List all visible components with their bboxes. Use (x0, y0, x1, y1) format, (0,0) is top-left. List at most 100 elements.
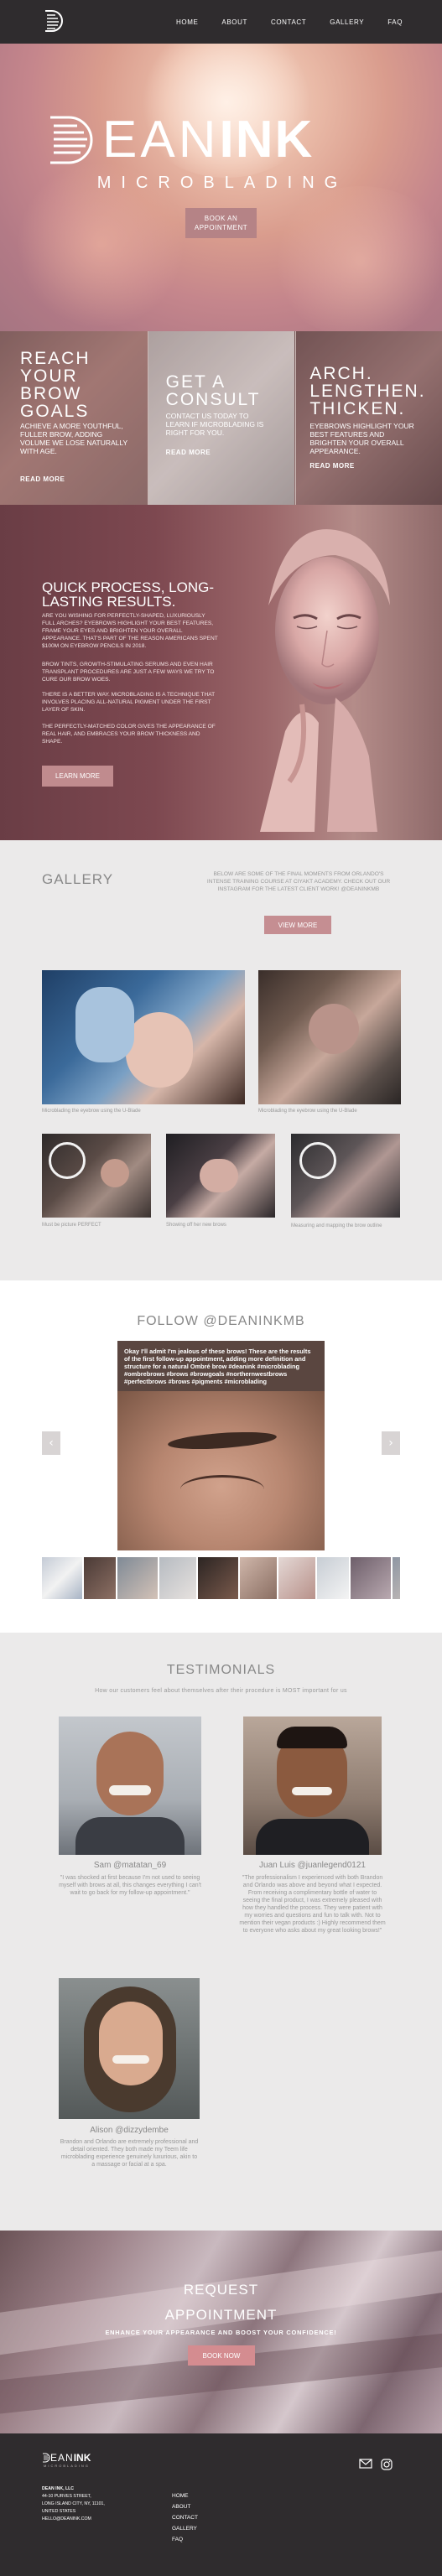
process-paragraph: THERE IS A BETTER WAY. MICROBLADING IS A… (42, 692, 216, 713)
process-paragraph: ARE YOU WISHING FOR PERFECTLY-SHAPED, LU… (42, 613, 218, 649)
footer-link-about[interactable]: ABOUT (172, 2501, 198, 2512)
instagram-section: FOLLOW @DEANINKMB Okay I'll admit I'm je… (0, 1280, 442, 1633)
nav-links: HOME ABOUT CONTACT GALLERY FAQ (176, 0, 426, 44)
testimonials-subheading: How our customers feel about themselves … (95, 1688, 347, 1694)
instagram-thumbnail[interactable] (117, 1557, 158, 1599)
footer-email[interactable]: HELLO@DEANINK.COM (42, 2516, 105, 2523)
footer-address-line: UNITED STATES (42, 2509, 76, 2514)
gallery-caption: Measuring and mapping the brow outline (291, 1223, 382, 1228)
testimonial-quote: "I was shocked at first because I'm not … (59, 1875, 201, 1896)
footer-logo-dean: EAN (50, 2452, 74, 2464)
hero-section: EAN INK MICROBLADING BOOK AN APPOINTMENT (0, 44, 442, 331)
footer-logo-d-icon (43, 2453, 50, 2463)
footer-logo[interactable]: EAN INK (42, 2452, 91, 2464)
footer-company: DEAN INK, LLC (42, 2486, 75, 2491)
testimonial-name: Sam @matatan_69 (93, 1861, 167, 1870)
testimonials-heading: TESTIMONIALS (166, 1663, 276, 1677)
gallery-section: GALLERY BELOW ARE SOME OF THE FINAL MOME… (0, 840, 442, 1280)
request-subheading: ENHANCE YOUR APPEARANCE AND BOOST YOUR C… (105, 2329, 337, 2336)
instagram-thumbnail[interactable] (351, 1557, 391, 1599)
request-heading-line2: APPOINTMENT (164, 2307, 278, 2323)
email-icon[interactable] (359, 2459, 372, 2469)
footer-logo-subtitle: MICROBLADING (44, 2464, 90, 2468)
testimonial-photo-alison (59, 1978, 200, 2119)
instagram-caption: Okay I'll admit I'm jealous of these bro… (124, 1348, 311, 1385)
gallery-caption: Showing off her new brows (166, 1223, 226, 1228)
testimonial-name: Juan Luis @juanlegend0121 (259, 1861, 366, 1870)
read-more-link[interactable]: READ MORE (166, 449, 211, 456)
footer-address-line: 44-10 PURVES STREET, (42, 2494, 91, 2499)
footer-link-faq[interactable]: FAQ (172, 2534, 198, 2545)
footer-link-gallery[interactable]: GALLERY (172, 2523, 198, 2534)
nav-about[interactable]: ABOUT (221, 18, 247, 26)
instagram-thumbnail[interactable] (198, 1557, 238, 1599)
testimonial-quote: "The professionalism I experienced with … (239, 1875, 386, 1934)
instagram-slide[interactable]: Okay I'll admit I'm jealous of these bro… (117, 1341, 325, 1550)
footer: EAN INK MICROBLADING DEAN INK, LLC 44-10… (0, 2433, 442, 2576)
nav-faq[interactable]: FAQ (387, 18, 403, 26)
footer-link-home[interactable]: HOME (172, 2490, 198, 2501)
read-more-link[interactable]: READ MORE (309, 462, 354, 470)
instagram-thumbnail[interactable] (240, 1557, 277, 1599)
hero-logo-ink: INK (219, 111, 315, 169)
nav-gallery[interactable]: GALLERY (330, 18, 364, 26)
feature-brow-goals: REACH YOUR BROW GOALS ACHIEVE A MORE YOU… (0, 331, 148, 505)
instagram-thumbnail[interactable] (317, 1557, 349, 1599)
gallery-heading: GALLERY (42, 871, 114, 887)
carousel-prev-button[interactable]: ‹ (42, 1431, 60, 1455)
hero-smoke-decoration (268, 186, 442, 331)
feature-desc: ACHIEVE A MORE YOUTHFUL, FULLER BROW, AD… (20, 422, 128, 455)
footer-link-contact[interactable]: CONTACT (172, 2512, 198, 2523)
feature-consult: GET A CONSULT CONTACT US TODAY TO LEARN … (147, 331, 295, 505)
testimonial-photo-juan (243, 1716, 382, 1855)
gallery-caption: Microblading the eyebrow using the U-Bla… (42, 1109, 141, 1114)
testimonial-name: Alison @dizzydembe (90, 2126, 169, 2135)
hero-logo-d-icon (50, 116, 93, 164)
feature-desc: CONTACT US TODAY TO LEARN IF MICROBLADIN… (165, 412, 264, 437)
gallery-image-5[interactable] (291, 1134, 400, 1218)
carousel-next-button[interactable]: › (382, 1431, 400, 1455)
gallery-image-3[interactable] (42, 1134, 151, 1218)
book-now-button[interactable]: BOOK NOW (188, 2345, 255, 2366)
footer-social (359, 2459, 393, 2470)
request-heading-line1: REQUEST (183, 2282, 259, 2298)
hero-logo-dean: EAN (102, 111, 220, 169)
instagram-icon[interactable] (381, 2459, 393, 2470)
divider (295, 331, 296, 505)
instagram-thumbnail[interactable] (84, 1557, 116, 1599)
page: HOME ABOUT CONTACT GALLERY FAQ EAN INK M… (0, 0, 442, 2576)
gallery-caption: Must be picture PERFECT (42, 1223, 101, 1228)
read-more-link[interactable]: READ MORE (20, 475, 65, 483)
top-nav: HOME ABOUT CONTACT GALLERY FAQ (0, 0, 442, 44)
feature-title: REACH YOUR BROW GOALS (20, 349, 91, 421)
features-row: REACH YOUR BROW GOALS ACHIEVE A MORE YOU… (0, 331, 442, 505)
instagram-thumbnail[interactable] (393, 1557, 400, 1599)
request-appointment-section: REQUEST APPOINTMENT ENHANCE YOUR APPEARA… (0, 2231, 442, 2433)
process-title: QUICK PROCESS, LONG-LASTING RESULTS. (42, 579, 214, 610)
footer-links: HOME ABOUT CONTACT GALLERY FAQ (172, 2490, 198, 2545)
footer-address: DEAN INK, LLC 44-10 PURVES STREET, LONG … (42, 2485, 105, 2523)
view-more-button[interactable]: VIEW MORE (264, 916, 331, 934)
nav-contact[interactable]: CONTACT (271, 18, 306, 26)
instagram-thumbnail[interactable] (278, 1557, 315, 1599)
instagram-heading: FOLLOW @DEANINKMB (137, 1314, 305, 1328)
learn-more-button[interactable]: LEARN MORE (42, 766, 113, 787)
gallery-image-1[interactable] (42, 970, 245, 1104)
instagram-thumbnail[interactable] (42, 1557, 82, 1599)
book-appointment-button[interactable]: BOOK AN APPOINTMENT (185, 208, 257, 238)
feature-arch: ARCH. LENGTHEN. THICKEN. EYEBROWS HIGHLI… (294, 331, 442, 505)
testimonial-quote: Brandon and Orlando are extremely profes… (60, 2139, 199, 2168)
logo-icon[interactable] (44, 9, 64, 33)
nav-home[interactable]: HOME (176, 18, 198, 26)
testimonial-photo-sam (59, 1716, 201, 1855)
request-heading: REQUEST APPOINTMENT (0, 2277, 442, 2328)
hero-subtitle: MICROBLADING (96, 174, 348, 192)
process-paragraph: BROW TINTS, GROWTH-STIMULATING SERUMS AN… (42, 662, 215, 683)
feature-title: ARCH. LENGTHEN. THICKEN. (309, 364, 426, 418)
footer-logo-ink: INK (73, 2452, 91, 2464)
gallery-image-2[interactable] (258, 970, 401, 1104)
gallery-image-4[interactable] (166, 1134, 275, 1218)
instagram-thumbnail[interactable] (159, 1557, 196, 1599)
hero-logo: EAN INK (49, 111, 393, 169)
model-face-image (260, 529, 390, 832)
